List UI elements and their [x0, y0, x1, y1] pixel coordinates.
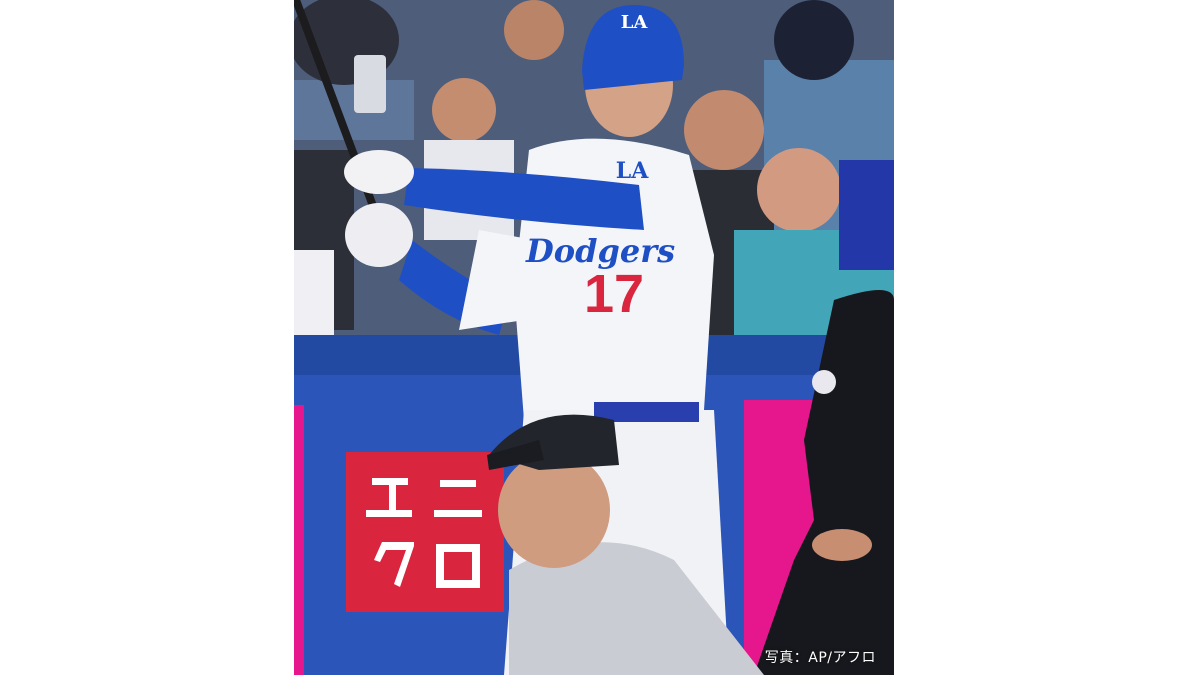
photo-credit: 写真：AP/アフロ [764, 650, 876, 666]
uniqlo-ad-board [346, 452, 504, 612]
news-photo: LA LA Dodgers 17 写真：AP/アフロ [294, 0, 894, 675]
jersey-number: 17 [584, 264, 644, 324]
sleeve-logo: LA [616, 158, 649, 184]
fan-5 [757, 148, 841, 232]
umpire-badge [812, 370, 836, 394]
pitcher-face [498, 452, 610, 568]
batting-glove-bottom [345, 203, 413, 267]
fan-2 [432, 78, 496, 142]
photo-scene: LA LA Dodgers 17 [294, 0, 894, 675]
helmet-logo: LA [621, 12, 649, 33]
batting-glove-top [344, 150, 414, 194]
fan-3 [504, 0, 564, 60]
fan-6 [839, 160, 894, 270]
phone [354, 55, 386, 113]
fan-4 [684, 90, 764, 170]
